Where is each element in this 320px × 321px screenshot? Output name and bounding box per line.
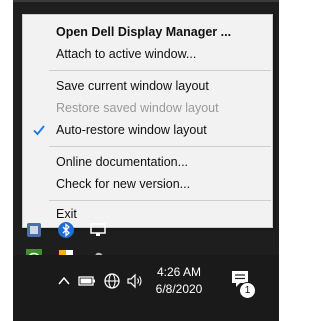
menu-item-label: Online documentation... — [56, 155, 189, 169]
menu-item-online-docs[interactable]: Online documentation... — [23, 151, 272, 173]
menu-item-label: Open Dell Display Manager ... — [56, 25, 232, 39]
context-menu: Open Dell Display Manager ... Attach to … — [22, 14, 273, 228]
menu-item-label: Restore saved window layout — [56, 101, 219, 115]
notification-center-button[interactable]: 1 — [229, 266, 259, 300]
menu-separator — [49, 70, 271, 71]
menu-item-restore-layout: Restore saved window layout — [23, 97, 272, 119]
menu-item-attach-window[interactable]: Attach to active window... — [23, 43, 272, 65]
display-manager-icon[interactable] — [89, 221, 107, 239]
menu-separator — [49, 146, 271, 147]
menu-item-open-ddm[interactable]: Open Dell Display Manager ... — [23, 21, 272, 43]
menu-item-check-version[interactable]: Check for new version... — [23, 173, 272, 195]
clock[interactable]: 4:26 AM 6/8/2020 — [148, 264, 210, 298]
network-globe-icon[interactable] — [103, 272, 121, 290]
tray-panel-edge — [13, 0, 279, 2]
security-app-icon[interactable] — [25, 221, 43, 239]
bluetooth-icon[interactable] — [57, 221, 75, 239]
menu-item-label: Auto-restore window layout — [56, 123, 207, 137]
menu-item-label: Check for new version... — [56, 177, 191, 191]
battery-icon[interactable] — [78, 274, 96, 288]
clock-time: 4:26 AM — [156, 265, 202, 279]
checkmark-icon — [33, 125, 45, 136]
volume-icon[interactable] — [126, 272, 144, 290]
menu-separator — [49, 200, 271, 201]
clock-date: 6/8/2020 — [155, 282, 203, 296]
menu-item-label: Attach to active window... — [56, 47, 197, 61]
menu-item-label: Exit — [56, 207, 77, 221]
menu-item-label: Save current window layout — [56, 79, 209, 93]
notification-count-badge: 1 — [239, 282, 256, 299]
menu-item-save-layout[interactable]: Save current window layout — [23, 75, 272, 97]
menu-item-auto-restore[interactable]: Auto-restore window layout — [23, 119, 272, 141]
chevron-up-icon[interactable] — [58, 276, 70, 286]
